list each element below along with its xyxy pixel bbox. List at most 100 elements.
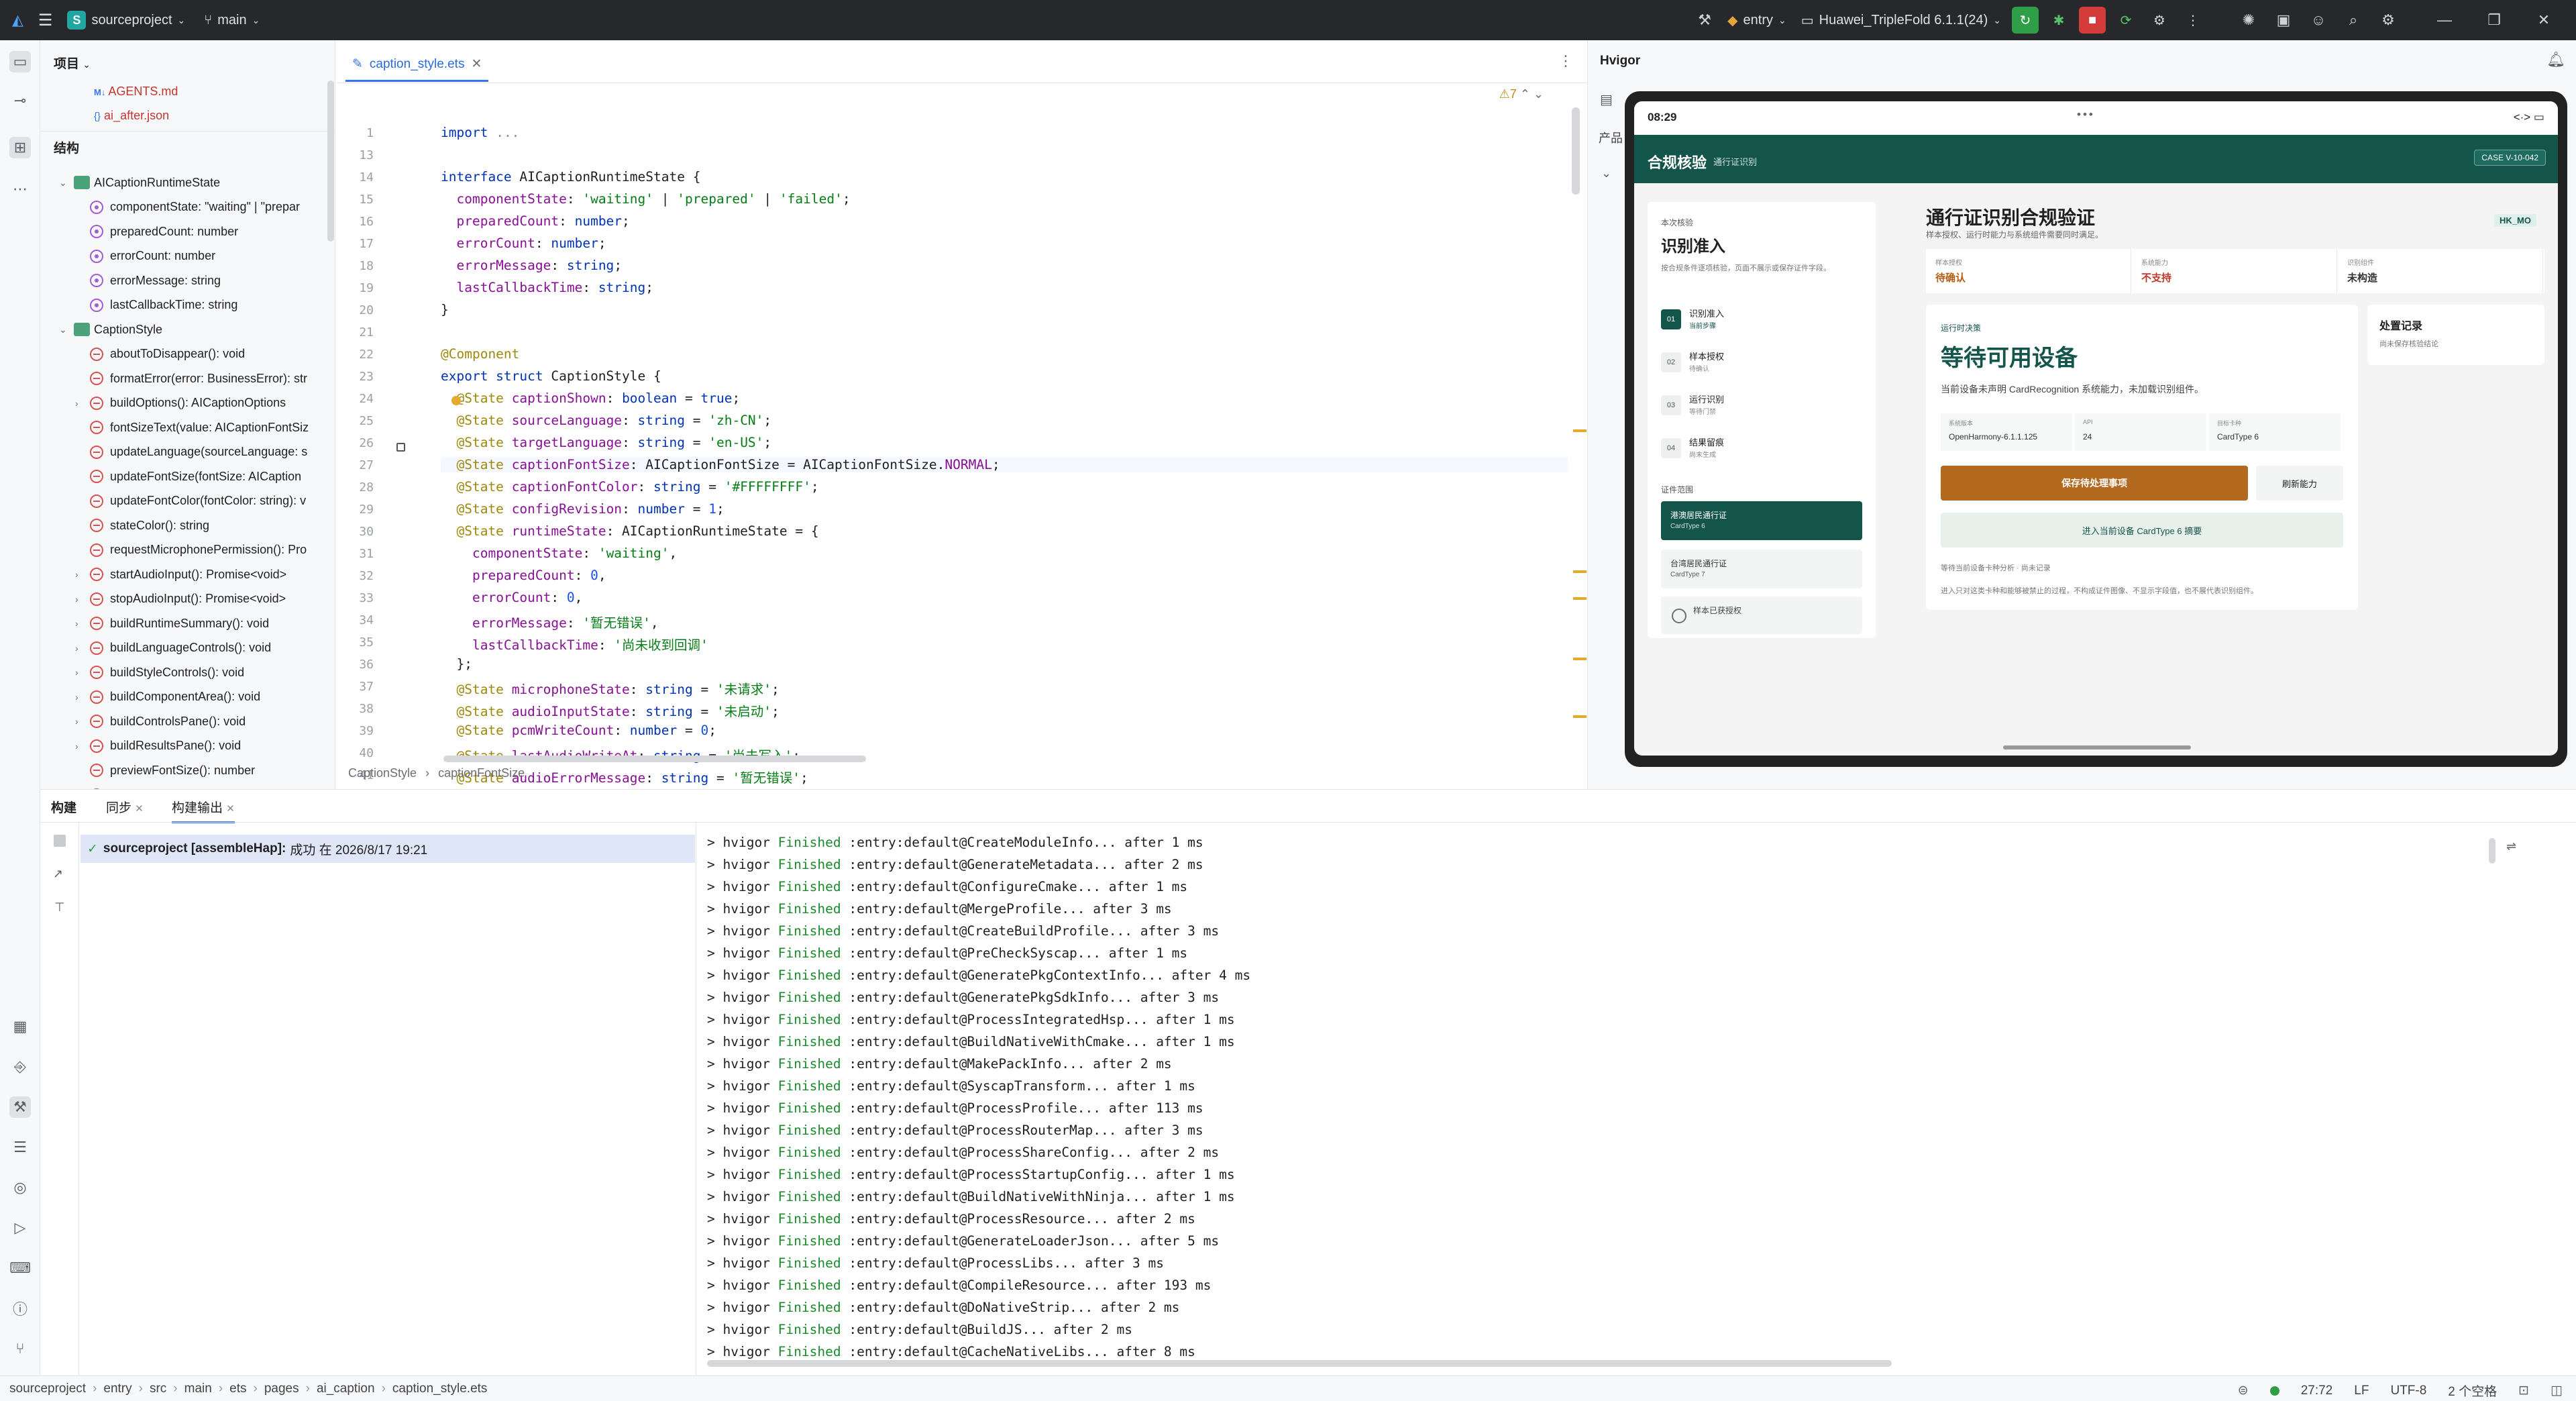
tree-member-node[interactable]: › stopAudioInput(): Promise<void> [75,587,286,611]
file-encoding[interactable]: UTF-8 [2390,1384,2426,1398]
gear-icon[interactable]: ⚙ [2376,8,2400,32]
apply-changes-icon[interactable]: ⟳ [2112,7,2139,34]
tree-member-node[interactable]: updateFontSize(fontSize: AICaption [75,464,301,488]
device-selector[interactable]: ▭ Huawei_TripleFold 6.1.1(24) ⌄ [1801,12,2001,29]
status-ok-icon[interactable] [2269,1386,2279,1396]
tree-member-node[interactable]: preparedCount: number [75,219,238,244]
inspection-icon[interactable]: ⊜ [2238,1383,2249,1398]
status-breadcrumb-item[interactable]: caption_style.ets [392,1382,488,1396]
tree-member-node[interactable]: formatError(error: BusinessError): str [75,366,307,391]
tree-member-node[interactable]: previewFontColor(): string [75,783,249,789]
tab-build[interactable]: 构建 [51,798,76,816]
project-panel-title[interactable]: 项目 ⌄ [54,54,91,72]
profiler-icon[interactable]: ⚙ [2146,7,2173,34]
status-breadcrumb-item[interactable]: pages [264,1382,299,1396]
more-tools-icon[interactable]: ⋯ [9,178,31,200]
search-icon[interactable]: ⌕ [2341,8,2365,32]
read-only-icon[interactable]: ⊡ [2518,1383,2529,1398]
build-icon[interactable]: ⚒ [9,1096,31,1118]
tree-member-node[interactable]: › buildResultsPane(): void [75,734,241,758]
tree-class-node[interactable]: ⌄ CaptionStyle [59,317,162,342]
file-item[interactable]: M↓ AGENTS.md [94,85,178,99]
more-actions-icon[interactable]: ⋮ [2180,7,2206,34]
step-item[interactable]: 04 结果留痕 尚未生成 [1661,434,1862,466]
line-separator[interactable]: LF [2354,1384,2369,1398]
tree-member-node[interactable]: aboutToDisappear(): void [75,342,245,366]
run-panel-icon[interactable]: ▷ [9,1217,31,1239]
step-item[interactable]: 02 样本授权 待确认 [1661,348,1862,380]
tab-build-output[interactable]: 构建输出 ✕ [172,798,235,823]
status-breadcrumb-item[interactable]: sourceproject [9,1382,86,1396]
status-breadcrumb-item[interactable]: ets [229,1382,246,1396]
sample-auth-toggle[interactable]: 样本已获授权 [1661,596,1862,634]
tree-expand-icon[interactable]: › [75,667,90,678]
tree-member-node[interactable]: errorCount: number [75,244,215,268]
maximize-icon[interactable]: ❐ [2482,8,2506,32]
status-breadcrumb-item[interactable]: main [184,1382,212,1396]
horizontal-scrollbar[interactable] [443,756,866,762]
save-pending-button[interactable]: 保存待处理事项 [1941,466,2248,501]
more-actions-icon[interactable]: ⋮ [1558,52,1573,70]
preview-side-icon[interactable]: ▤ [1600,91,1613,108]
vertical-scrollbar[interactable] [1572,107,1580,195]
tree-expand-icon[interactable]: › [75,643,90,654]
status-breadcrumb-item[interactable]: src [150,1382,166,1396]
layout-icon[interactable]: ▦ [9,1016,31,1037]
memory-icon[interactable]: ◫ [2551,1383,2563,1398]
log-vertical-scrollbar[interactable] [2489,838,2496,864]
step-item[interactable]: 01 识别准入 当前步骤 [1661,305,1862,338]
settings-cog-icon[interactable]: ✺ [2237,8,2261,32]
tree-expand-icon[interactable]: › [75,741,90,751]
tree-expand-icon[interactable]: ⌄ [59,177,74,189]
tree-expand-icon[interactable]: › [75,594,90,605]
tree-expand-icon[interactable]: › [75,692,90,703]
tree-class-node[interactable]: ⌄ AICaptionRuntimeState [59,170,220,195]
tree-expand-icon[interactable]: › [75,716,90,727]
services-icon[interactable]: ◎ [9,1177,31,1198]
terminal-icon[interactable]: ⌨ [9,1257,31,1279]
debug-icon[interactable]: ✱ [2045,7,2072,34]
tree-member-node[interactable]: lastCallbackTime: string [75,293,237,317]
tab-caption-style[interactable]: ✎ caption_style.ets ✕ [345,48,489,82]
log-icon[interactable]: ☰ [9,1137,31,1158]
indent-setting[interactable]: 2 个空格 [2448,1382,2497,1400]
cursor-position[interactable]: 27:72 [2301,1384,2333,1398]
open-external-icon[interactable]: ↗ [53,867,63,881]
tree-member-node[interactable]: stateColor(): string [75,513,209,537]
pin-icon[interactable]: ⊤ [54,900,65,915]
git-icon[interactable]: ⑂ [9,1338,31,1359]
tree-expand-icon[interactable]: ⌄ [59,324,74,335]
stop-button[interactable]: ■ [2079,7,2106,34]
log-horizontal-scrollbar[interactable] [707,1360,1892,1367]
tree-member-node[interactable]: › buildOptions(): AICaptionOptions [75,391,286,415]
tree-member-node[interactable]: updateLanguage(sourceLanguage: s [75,440,307,464]
chevron-down-icon[interactable]: ⌄ [1601,166,1611,180]
tree-member-node[interactable]: › buildStyleControls(): void [75,660,244,684]
tree-member-node[interactable]: › buildRuntimeSummary(): void [75,611,269,635]
warning-counter[interactable]: ⚠7 ⌃ ⌄ [1499,87,1544,101]
breadcrumb-item[interactable]: captionFontSize [438,766,525,780]
close-icon[interactable]: ✕ [2532,8,2556,32]
close-icon[interactable]: ✕ [471,56,482,72]
problems-icon[interactable]: ⓘ [9,1298,31,1319]
app-logo-icon[interactable]: ◭ [12,11,23,29]
project-structure-icon[interactable]: ▣ [2271,8,2296,32]
status-breadcrumb-item[interactable]: ai_caption [317,1382,375,1396]
stop-build-icon[interactable] [54,835,66,847]
tree-member-node[interactable]: errorMessage: string [75,268,221,293]
account-icon[interactable]: ☺ [2306,8,2330,32]
tree-member-node[interactable]: › startAudioInput(): Promise<void> [75,562,286,586]
branch-switcher[interactable]: ⑂ main ⌄ [204,13,260,28]
run-button[interactable]: ↻ [2012,7,2039,34]
module-selector[interactable]: ◆ entry ⌄ [1727,12,1786,29]
step-item[interactable]: 03 运行识别 等待门禁 [1661,391,1862,423]
tree-expand-icon[interactable]: › [75,398,90,409]
build-result-row[interactable]: ✓ sourceproject [assembleHap]: 成功 在 2026… [80,835,695,863]
cardtype-summary-button[interactable]: 进入当前设备 CardType 6 摘要 [1941,513,2343,548]
notification-icon[interactable]: 🔔︎ [2546,51,2565,68]
project-view-icon[interactable]: ▭ [9,51,31,72]
tree-member-node[interactable]: fontSizeText(value: AICaptionFontSiz [75,415,309,439]
minimize-icon[interactable]: — [2432,8,2457,32]
plugins-icon[interactable]: ⎆ [9,1056,31,1078]
tab-sync[interactable]: 同步 ✕ [106,798,144,816]
